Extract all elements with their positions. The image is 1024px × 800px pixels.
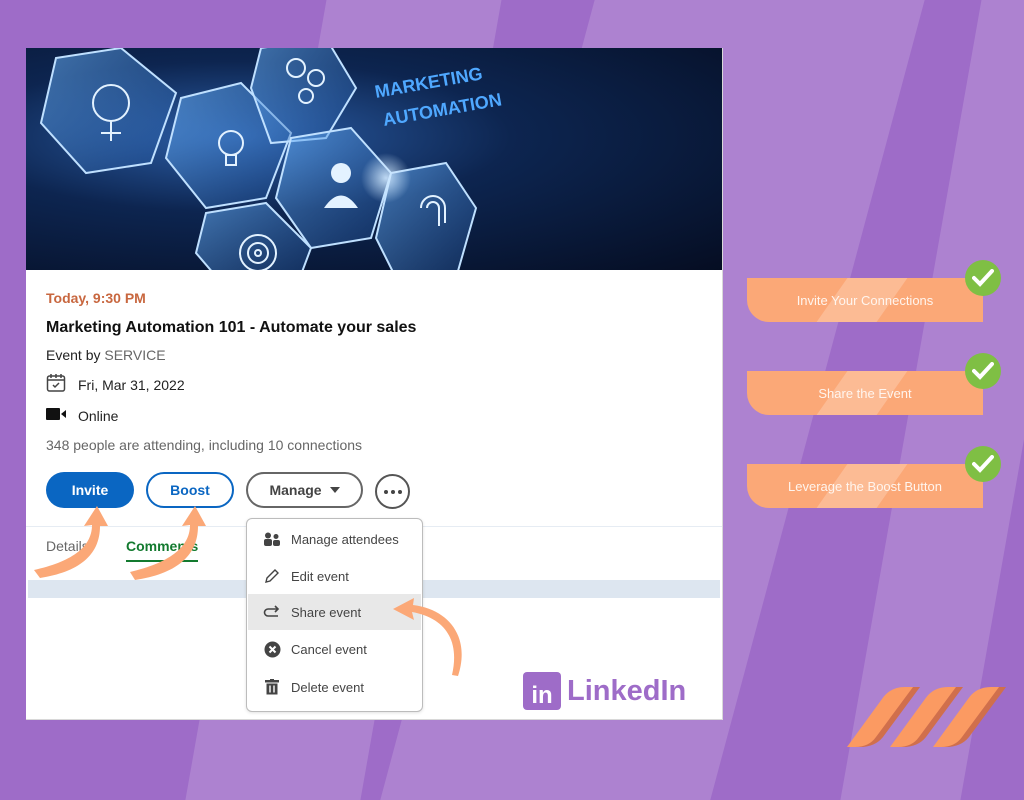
- more-options-button[interactable]: [375, 474, 410, 509]
- menu-item-label: Manage attendees: [291, 531, 399, 547]
- cancel-circle-icon: [263, 640, 281, 658]
- menu-item-share-event[interactable]: Share event: [248, 594, 421, 630]
- menu-item-label: Delete event: [291, 679, 364, 695]
- brand-slashes-logo: [847, 687, 1006, 747]
- checklist-item: Share the Event: [747, 371, 983, 415]
- checklist-label: Share the Event: [818, 385, 912, 401]
- event-time: Today, 9:30 PM: [46, 290, 146, 306]
- event-date: Fri, Mar 31, 2022: [78, 376, 185, 393]
- checkmark-icon: [965, 260, 1001, 296]
- checklist-label: Leverage the Boost Button: [788, 478, 942, 494]
- linkedin-logo: in LinkedIn: [523, 672, 686, 710]
- menu-item-manage-attendees[interactable]: Manage attendees: [248, 521, 421, 557]
- event-title: Marketing Automation 101 - Automate your…: [46, 319, 417, 336]
- linkedin-in-icon: in: [523, 672, 561, 710]
- menu-item-label: Cancel event: [291, 641, 367, 657]
- tab-comments[interactable]: Comments: [126, 538, 199, 562]
- organizer-name[interactable]: SERVICE: [104, 347, 165, 363]
- manage-dropdown-menu: Manage attendees Edit event Share event …: [246, 518, 423, 712]
- event-banner-image: MARKETING AUTOMATION: [26, 48, 722, 270]
- checkmark-icon: [965, 446, 1001, 482]
- ellipsis-icon: [383, 489, 388, 494]
- event-location: Online: [78, 407, 119, 424]
- linkedin-wordmark: LinkedIn: [567, 674, 687, 707]
- checklist-item: Leverage the Boost Button: [747, 464, 983, 508]
- manage-button-label: Manage: [269, 482, 322, 498]
- menu-item-label: Share event: [291, 604, 362, 620]
- menu-item-edit-event[interactable]: Edit event: [248, 558, 421, 594]
- event-by-label: Event by: [46, 347, 101, 363]
- trash-icon: [263, 678, 281, 696]
- event-location-row: Online: [46, 407, 118, 424]
- hex-brain: [39, 48, 178, 175]
- invite-button[interactable]: Invite: [46, 472, 134, 508]
- tab-details[interactable]: Details: [46, 538, 89, 554]
- calendar-icon: [46, 373, 66, 396]
- pencil-icon: [263, 567, 281, 585]
- event-date-row: Fri, Mar 31, 2022: [46, 373, 185, 396]
- checklist-label: Invite Your Connections: [796, 292, 934, 308]
- manage-button[interactable]: Manage: [246, 472, 363, 508]
- event-organizer: Event by SERVICE: [46, 347, 166, 363]
- attendance-count[interactable]: 348 people are attending, including 10 c…: [46, 437, 362, 453]
- boost-button[interactable]: Boost: [146, 472, 234, 508]
- people-icon: [263, 530, 281, 548]
- video-camera-icon: [46, 407, 66, 424]
- checklist-item: Invite Your Connections: [747, 278, 983, 322]
- checkmark-icon: [965, 353, 1001, 389]
- event-card: MARKETING AUTOMATION Today, 9:30 PM Mark…: [26, 48, 723, 720]
- menu-item-cancel-event[interactable]: Cancel event: [248, 631, 421, 667]
- caret-down-icon: [329, 487, 340, 493]
- menu-item-delete-event[interactable]: Delete event: [248, 669, 421, 705]
- share-arrow-icon: [263, 603, 281, 621]
- menu-item-label: Edit event: [291, 568, 349, 584]
